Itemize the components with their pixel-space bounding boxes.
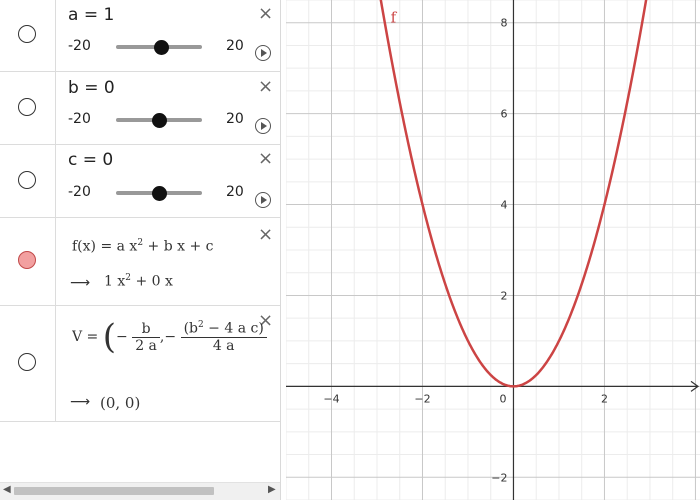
y-tick-label: 2 [500,289,507,302]
slider-definition-b[interactable]: b = 0 [68,78,115,98]
scrollbar-thumb[interactable] [14,487,214,495]
arrow-icon: ⟶ [70,394,91,410]
marble-column [0,145,56,217]
y-tick-label: −2 [491,471,507,484]
play-icon[interactable] [255,192,271,208]
x-tick-label: −2 [414,392,430,405]
slider-row-c: c = 0 × -20 20 [0,145,280,218]
close-icon[interactable]: × [258,78,273,96]
slider-min-b: -20 [68,111,91,127]
numerator-text: (b [183,320,198,337]
marble-column [0,0,56,71]
slider-knob-c[interactable] [151,186,167,201]
value-text: + 0 x [131,273,173,290]
slider-min-c: -20 [68,184,91,200]
function-value: 1 x2 + 0 x [104,273,173,290]
y-tick-label: 6 [500,108,507,121]
marble-column [0,218,56,305]
x-tick-label: 2 [601,392,608,405]
vertex-definition[interactable]: V = (− b2 a ,− (b2 − 4 a c) 4 a [72,320,278,354]
minus-sign: − [164,329,177,345]
denominator: 2 a [135,337,157,354]
slider-definition-c[interactable]: c = 0 [68,150,113,170]
function-row-f: × f(x) = a x2 + b x + c ⟶ 1 x2 + 0 x [0,218,280,306]
value-text: 1 x [104,273,126,290]
vertex-lhs: V = [72,329,99,345]
curve-label-f[interactable]: f [391,9,398,27]
vertex-row-v: × V = (− b2 a ,− (b2 − 4 a c) 4 a ⟶ (0, 0) [0,306,280,422]
graph-canvas[interactable]: −4 −2 0 2 8 6 4 2 −2 f [286,0,700,500]
vertex-value: (0, 0) [100,394,141,412]
fraction-b-over-2a: b2 a [132,321,160,354]
play-icon[interactable] [255,45,271,61]
close-icon[interactable]: × [258,226,273,244]
slider-max-c: 20 [226,184,244,200]
definition-text: f(x) = a x [72,238,138,255]
play-icon[interactable] [255,118,271,134]
visibility-toggle-v[interactable] [18,353,36,371]
horizontal-scrollbar[interactable]: ◀ ▶ [0,482,280,500]
marble-column [0,72,56,144]
minor-grid [286,0,700,500]
slider-min-a: -20 [68,38,91,54]
fraction-discriminant: (b2 − 4 a c) 4 a [180,320,267,354]
visibility-toggle-c[interactable] [18,171,36,189]
y-tick-label: 8 [500,17,507,30]
definition-text: + b x + c [143,238,214,255]
slider-knob-b[interactable] [151,113,167,128]
open-paren: ( [102,320,117,354]
slider-max-a: 20 [226,38,244,54]
slider-knob-a[interactable] [153,40,169,55]
slider-max-b: 20 [226,111,244,127]
denominator: 4 a [212,337,235,354]
arrow-icon: ⟶ [70,275,91,291]
x-tick-label: 0 [499,392,506,405]
slider-definition-a[interactable]: a = 1 [68,5,114,25]
visibility-toggle-f[interactable] [18,251,36,269]
slider-row-b: b = 0 × -20 20 [0,72,280,145]
visibility-toggle-a[interactable] [18,25,36,43]
scroll-left-icon[interactable]: ◀ [3,484,11,495]
scroll-right-icon[interactable]: ▶ [268,484,276,495]
minus-sign: − [116,329,128,345]
visibility-toggle-b[interactable] [18,98,36,116]
slider-row-a: a = 1 × -20 20 [0,0,280,72]
algebra-view: a = 1 × -20 20 b = 0 × -20 20 c = 0 × -2… [0,0,281,500]
x-tick-label: −4 [323,392,339,405]
numerator-text: − 4 a c) [203,320,264,337]
function-definition[interactable]: f(x) = a x2 + b x + c [72,238,213,255]
marble-column [0,306,56,421]
numerator: b [132,321,160,338]
close-icon[interactable]: × [258,5,273,23]
close-icon[interactable]: × [258,150,273,168]
y-tick-label: 4 [500,199,507,212]
numerator: (b2 − 4 a c) [180,320,267,338]
graphics-view[interactable]: −4 −2 0 2 8 6 4 2 −2 f [286,0,700,500]
